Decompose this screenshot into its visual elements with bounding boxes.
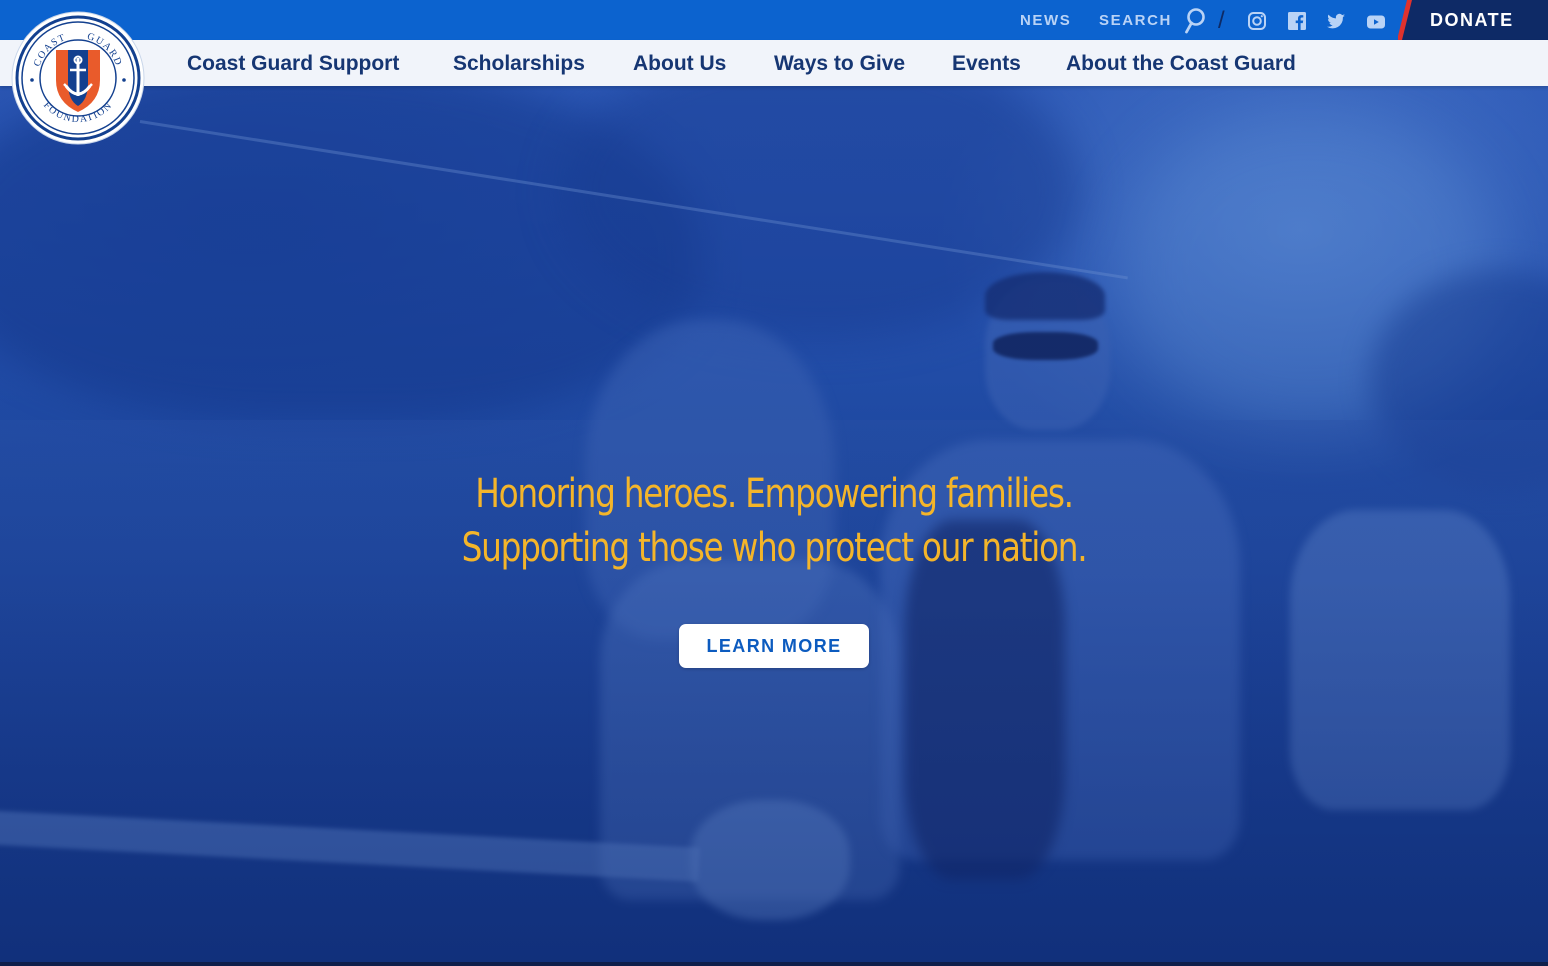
nav-item-ways-to-give[interactable]: Ways to Give	[774, 52, 905, 76]
youtube-icon[interactable]	[1366, 11, 1386, 31]
instagram-icon[interactable]	[1247, 11, 1267, 31]
hero-headline: Honoring heroes. Empowering families. Su…	[446, 467, 1102, 575]
facebook-icon[interactable]	[1287, 11, 1307, 31]
divider-slash: /	[1218, 7, 1225, 34]
nav-item-scholarships[interactable]: Scholarships	[453, 52, 585, 76]
nav-item-coast-guard-support[interactable]: Coast Guard Support	[187, 52, 399, 76]
news-link[interactable]: NEWS	[1020, 12, 1071, 29]
utility-bar: NEWS SEARCH / DONATE	[0, 0, 1548, 40]
main-navigation: Coast Guard Support Scholarships About U…	[0, 40, 1548, 86]
search-icon[interactable]	[1183, 7, 1207, 35]
nav-item-events[interactable]: Events	[952, 52, 1021, 76]
nav-item-about-us[interactable]: About Us	[633, 52, 726, 76]
hero-headline-line-2: Supporting those who protect our nation.	[461, 524, 1088, 571]
twitter-icon[interactable]	[1326, 11, 1346, 31]
search-link[interactable]: SEARCH	[1099, 12, 1172, 29]
donate-button[interactable]: DONATE	[1398, 0, 1548, 40]
page-bottom-strip	[0, 962, 1548, 966]
nav-item-about-the-coast-guard[interactable]: About the Coast Guard	[1066, 52, 1296, 76]
donate-label: DONATE	[1430, 10, 1514, 30]
learn-more-label: LEARN MORE	[706, 636, 842, 656]
learn-more-button[interactable]: LEARN MORE	[679, 624, 869, 668]
hero-headline-line-1: Honoring heroes. Empowering families.	[475, 470, 1074, 517]
coast-guard-foundation-logo[interactable]: COAST GUARD FOUNDATION	[10, 10, 146, 146]
